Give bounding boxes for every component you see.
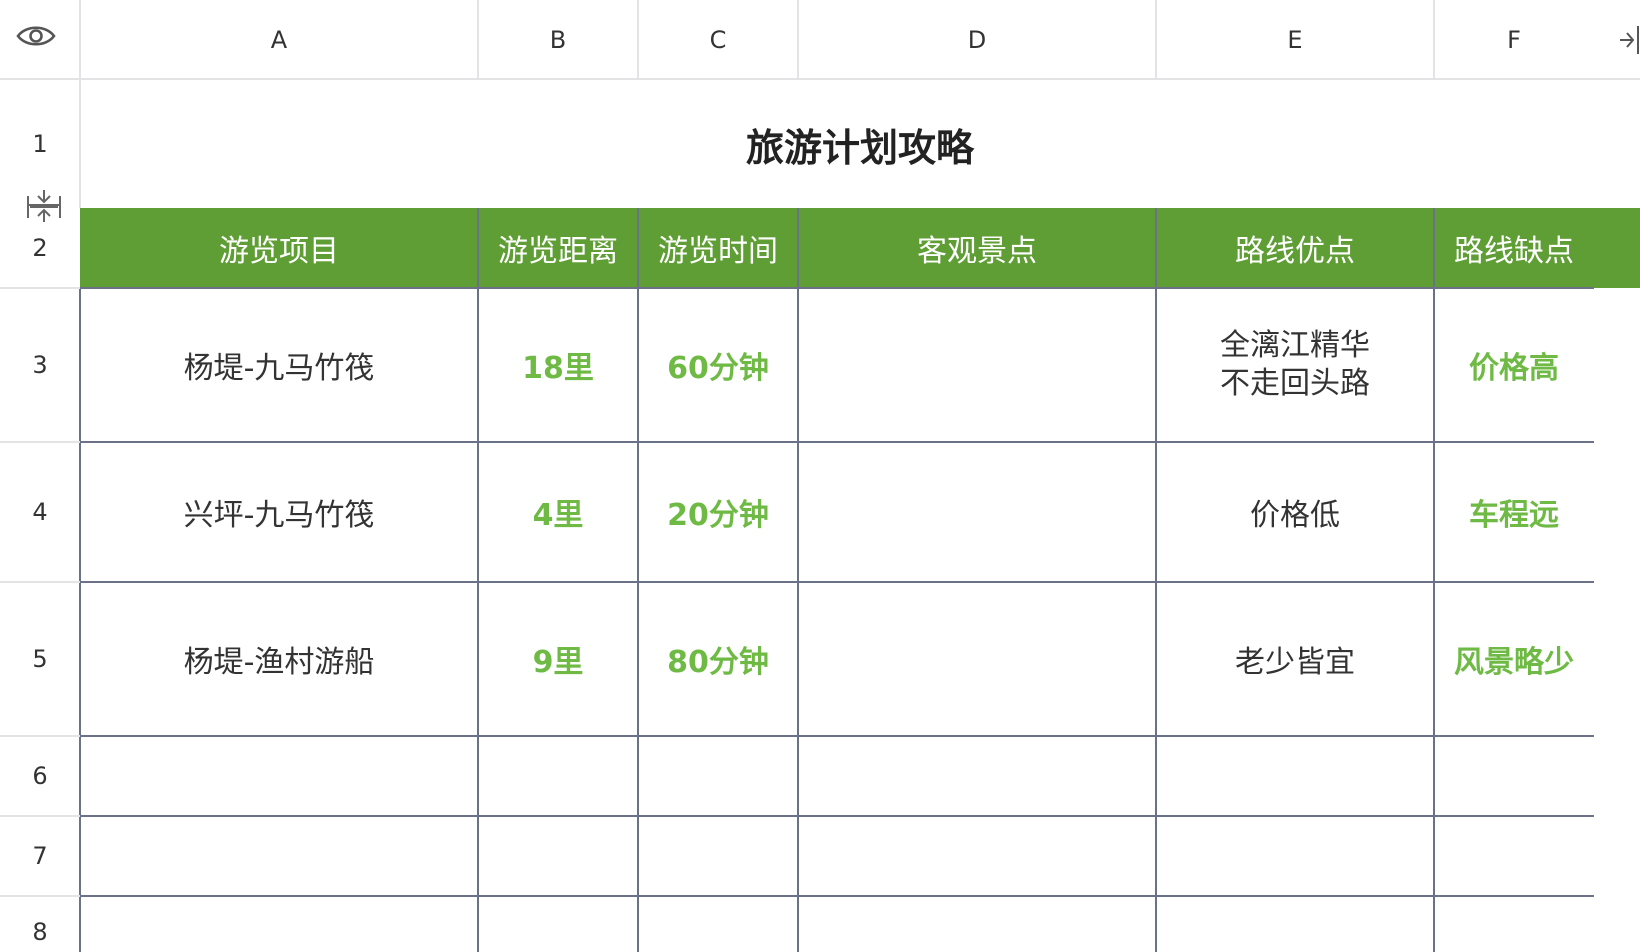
grid-line bbox=[1155, 208, 1157, 952]
column-header-c[interactable]: C bbox=[638, 0, 798, 80]
header-cell-item[interactable]: 游览项目 bbox=[80, 208, 478, 288]
cell-f4[interactable]: 车程远 bbox=[1434, 442, 1594, 582]
header-divider bbox=[79, 0, 81, 80]
row-header-7[interactable]: 7 bbox=[0, 816, 80, 896]
grid-line bbox=[80, 581, 1594, 583]
cell-e5[interactable]: 老少皆宜 bbox=[1156, 582, 1434, 736]
cell-d3[interactable] bbox=[798, 288, 1156, 442]
grid-line bbox=[80, 815, 1594, 817]
grid-line bbox=[477, 208, 479, 952]
row-resize-icon[interactable] bbox=[26, 188, 62, 224]
header-divider bbox=[1433, 0, 1435, 80]
header-divider bbox=[637, 0, 639, 80]
header-divider bbox=[477, 0, 479, 80]
grid-line bbox=[637, 208, 639, 952]
row-header-5[interactable]: 5 bbox=[0, 582, 80, 736]
row-header-6[interactable]: 6 bbox=[0, 736, 80, 816]
cell-e3-line-1: 全漓江精华 bbox=[1220, 328, 1370, 363]
column-header-e[interactable]: E bbox=[1156, 0, 1434, 80]
row-header-divider bbox=[0, 581, 80, 583]
grid-line bbox=[80, 287, 1594, 289]
row-header-divider bbox=[0, 735, 80, 737]
column-header-f[interactable]: F bbox=[1434, 0, 1594, 80]
cell-b5[interactable]: 9里 bbox=[478, 582, 638, 736]
cell-b3[interactable]: 18里 bbox=[478, 288, 638, 442]
spreadsheet-view: A B C D E F 1 2 3 4 5 6 7 8 旅游计划攻略 游览项目 … bbox=[0, 0, 1640, 952]
cell-e3-line-2: 不走回头路 bbox=[1220, 366, 1370, 401]
header-cell-sight[interactable]: 客观景点 bbox=[798, 208, 1156, 288]
grid-line bbox=[1433, 208, 1435, 952]
cell-f5[interactable]: 风景略少 bbox=[1434, 582, 1594, 736]
row-header-4[interactable]: 4 bbox=[0, 442, 80, 582]
cell-c3[interactable]: 60分钟 bbox=[638, 288, 798, 442]
cell-e4[interactable]: 价格低 bbox=[1156, 442, 1434, 582]
cell-b4[interactable]: 4里 bbox=[478, 442, 638, 582]
header-cell-cons[interactable]: 路线缺点 bbox=[1434, 208, 1594, 288]
row-header-divider bbox=[0, 441, 80, 443]
grid-line bbox=[80, 895, 1594, 897]
cell-d5[interactable] bbox=[798, 582, 1156, 736]
cell-c4[interactable]: 20分钟 bbox=[638, 442, 798, 582]
grid-line bbox=[80, 735, 1594, 737]
column-header-b[interactable]: B bbox=[478, 0, 638, 80]
collapse-panel-icon[interactable] bbox=[1616, 22, 1640, 58]
header-divider bbox=[1155, 0, 1157, 80]
header-cell-pros[interactable]: 路线优点 bbox=[1156, 208, 1434, 288]
cell-e3[interactable]: 全漓江精华 不走回头路 bbox=[1156, 288, 1434, 442]
header-cell-time[interactable]: 游览时间 bbox=[638, 208, 798, 288]
column-header-a[interactable]: A bbox=[80, 0, 478, 80]
sheet-title[interactable]: 旅游计划攻略 bbox=[80, 80, 1640, 208]
header-divider bbox=[797, 0, 799, 80]
row-header-8[interactable]: 8 bbox=[0, 896, 80, 952]
cell-f3[interactable]: 价格高 bbox=[1434, 288, 1594, 442]
row-header-3[interactable]: 3 bbox=[0, 288, 80, 442]
cell-a4[interactable]: 兴坪-九马竹筏 bbox=[80, 442, 478, 582]
grid-line bbox=[80, 441, 1594, 443]
row-header-divider bbox=[0, 287, 80, 289]
grid-line bbox=[797, 208, 799, 952]
cell-a3[interactable]: 杨堤-九马竹筏 bbox=[80, 288, 478, 442]
row-header-divider bbox=[0, 815, 80, 817]
cell-d4[interactable] bbox=[798, 442, 1156, 582]
eye-icon[interactable] bbox=[14, 16, 58, 56]
cell-c5[interactable]: 80分钟 bbox=[638, 582, 798, 736]
column-header-d[interactable]: D bbox=[798, 0, 1156, 80]
row-header-divider bbox=[0, 895, 80, 897]
grid-line bbox=[79, 288, 81, 952]
cell-a5[interactable]: 杨堤-渔村游船 bbox=[80, 582, 478, 736]
header-cell-distance[interactable]: 游览距离 bbox=[478, 208, 638, 288]
